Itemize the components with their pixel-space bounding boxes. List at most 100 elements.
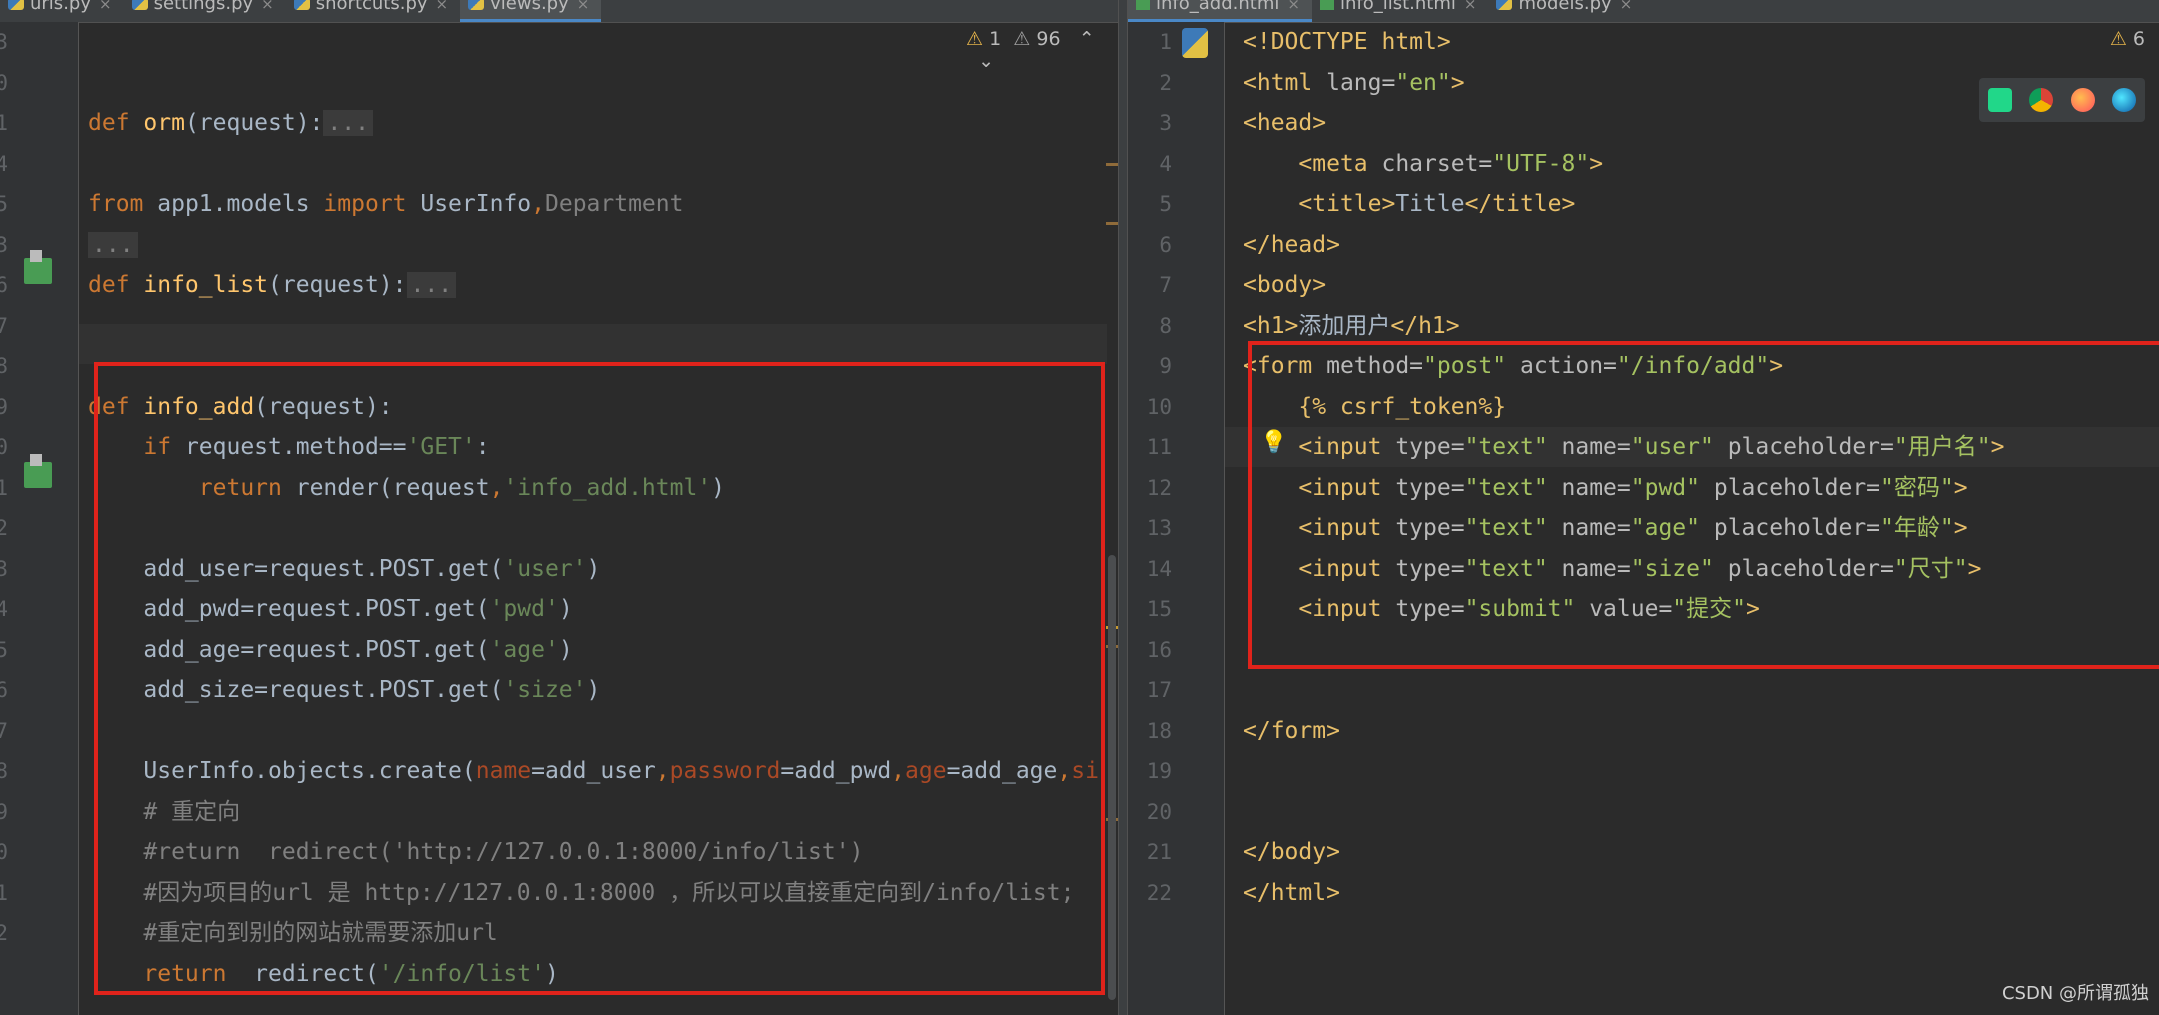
line-number: 10 — [1146, 394, 1172, 419]
code-token: <!DOCTYPE html> — [1243, 29, 1451, 55]
line-number: 5 — [0, 637, 8, 662]
tab-settings-py[interactable]: settings.py × — [124, 0, 286, 22]
code-line[interactable]: <head> — [1243, 103, 2004, 144]
code-token: </body> — [1243, 839, 1340, 865]
close-icon[interactable]: × — [436, 0, 449, 13]
line-number: 0 — [0, 70, 8, 95]
html-file-icon — [1319, 0, 1334, 10]
code-line[interactable] — [88, 306, 1099, 347]
code-token: <meta — [1243, 150, 1382, 177]
line-number: 14 — [1146, 556, 1172, 581]
code-token: <body> — [1243, 272, 1327, 298]
browser-preview-strip — [1979, 78, 2145, 122]
tab-info-add-html[interactable]: info_add.html × — [1128, 0, 1312, 22]
code-token: UserInfo — [420, 191, 532, 217]
code-token: (request): — [268, 272, 407, 298]
code-line[interactable] — [1243, 751, 2004, 792]
code-line[interactable]: </form> — [1243, 711, 2004, 752]
line-number: 5 — [1159, 192, 1172, 216]
code-line[interactable]: </body> — [1243, 832, 2004, 873]
code-line[interactable] — [1243, 792, 2004, 833]
chrome-icon[interactable] — [2029, 88, 2054, 112]
code-token: app1.models — [157, 191, 324, 217]
tab-label: urls.py — [30, 0, 91, 14]
pycharm-icon[interactable] — [1987, 88, 2012, 112]
code-token: def — [88, 272, 144, 298]
gutter-run-marker-icon[interactable] — [24, 454, 52, 488]
line-number: 11 — [1146, 435, 1172, 459]
chevron-up-icon[interactable]: ⌃ — [1079, 28, 1095, 50]
line-number: 22 — [1146, 880, 1172, 905]
python-file-icon — [468, 0, 485, 10]
code-token: 添加用户 — [1298, 312, 1391, 339]
code-line[interactable]: ... — [88, 225, 1099, 266]
code-line[interactable]: </head> — [1243, 225, 2004, 266]
code-line[interactable] — [88, 144, 1099, 185]
line-number: 6 — [0, 273, 8, 297]
code-line[interactable]: <!DOCTYPE html> — [1243, 22, 2004, 63]
left-gutter — [0, 22, 78, 1015]
code-line[interactable]: from app1.models import UserInfo,Departm… — [88, 184, 1099, 225]
tab-shortcuts-py[interactable]: shortcuts.py × — [286, 0, 460, 22]
firefox-icon[interactable] — [2070, 88, 2095, 112]
line-number: 8 — [0, 759, 8, 783]
line-number: 6 — [1159, 232, 1172, 257]
python-file-icon — [131, 0, 148, 10]
close-icon[interactable]: × — [261, 0, 274, 13]
warning-count: 1 — [989, 28, 1002, 50]
inspection-widget[interactable]: ⚠ 6 — [2110, 28, 2145, 50]
weak-warning-count: 96 — [1036, 28, 1061, 50]
line-number: 8 — [0, 354, 8, 378]
line-number: 0 — [0, 435, 8, 459]
highlight-box-form — [1248, 341, 2159, 669]
code-line[interactable]: <body> — [1243, 265, 2004, 306]
edge-icon[interactable] — [2112, 88, 2137, 112]
code-line[interactable]: <meta charset="UTF-8"> — [1243, 144, 2004, 185]
close-icon[interactable]: × — [1620, 0, 1633, 13]
left-tab-bar: urls.py × settings.py × shortcuts.py × views.p… — [0, 0, 1118, 23]
code-line[interactable]: <title>Title</title> — [1243, 184, 2004, 225]
tab-views-py[interactable]: views.py × — [460, 0, 602, 22]
close-icon[interactable]: × — [1287, 0, 1300, 13]
code-token: import — [323, 191, 421, 217]
code-line[interactable] — [88, 63, 1099, 104]
code-token: (request): — [184, 110, 324, 136]
code-line[interactable]: <html lang="en"> — [1243, 63, 2004, 104]
line-number: 9 — [0, 799, 8, 824]
code-line[interactable] — [88, 22, 1099, 63]
code-token: </html> — [1243, 879, 1340, 906]
close-icon[interactable]: × — [99, 0, 112, 13]
code-token: <head> — [1243, 110, 1327, 136]
inspection-widget[interactable]: ⚠ 1 ⚠ 96 ⌃ ⌄ — [966, 28, 1118, 72]
code-token: ... — [88, 231, 138, 258]
tab-info-list-html[interactable]: info_list.html × — [1312, 0, 1489, 22]
close-icon[interactable]: × — [1464, 0, 1477, 13]
code-token: <title> — [1243, 191, 1396, 217]
vertical-scrollbar[interactable] — [1108, 555, 1116, 1000]
editor-splitter[interactable] — [1118, 0, 1128, 1015]
tab-label: shortcuts.py — [315, 0, 428, 14]
tab-models-py[interactable]: models.py × — [1488, 0, 1644, 22]
code-token: lang= — [1326, 69, 1396, 96]
tab-urls-py[interactable]: urls.py × — [0, 0, 124, 22]
line-number: 3 — [0, 232, 8, 257]
line-number: 4 — [0, 151, 8, 176]
line-number: 8 — [1159, 313, 1172, 338]
chevron-down-icon[interactable]: ⌄ — [978, 50, 994, 72]
code-line[interactable] — [1243, 670, 2004, 711]
python-file-icon — [8, 0, 24, 10]
close-icon[interactable]: × — [577, 0, 590, 13]
gutter-run-marker-icon[interactable] — [24, 250, 52, 284]
code-token: "en" — [1395, 69, 1451, 96]
code-token: <html — [1243, 69, 1327, 96]
code-line[interactable]: def orm(request):... — [88, 103, 1099, 144]
warning-count: 6 — [2132, 28, 2145, 50]
line-number: 17 — [1146, 678, 1172, 702]
warning-icon: ⚠ — [966, 28, 984, 50]
code-line[interactable]: </html> — [1243, 873, 2004, 914]
code-line[interactable]: def info_list(request):... — [88, 265, 1099, 306]
code-line[interactable]: <h1>添加用户</h1> — [1243, 306, 2004, 347]
tab-label: info_add.html — [1156, 0, 1280, 14]
left-editor-pane: urls.py × settings.py × shortcuts.py × views.p… — [0, 0, 1118, 1015]
line-number: 3 — [0, 30, 8, 54]
